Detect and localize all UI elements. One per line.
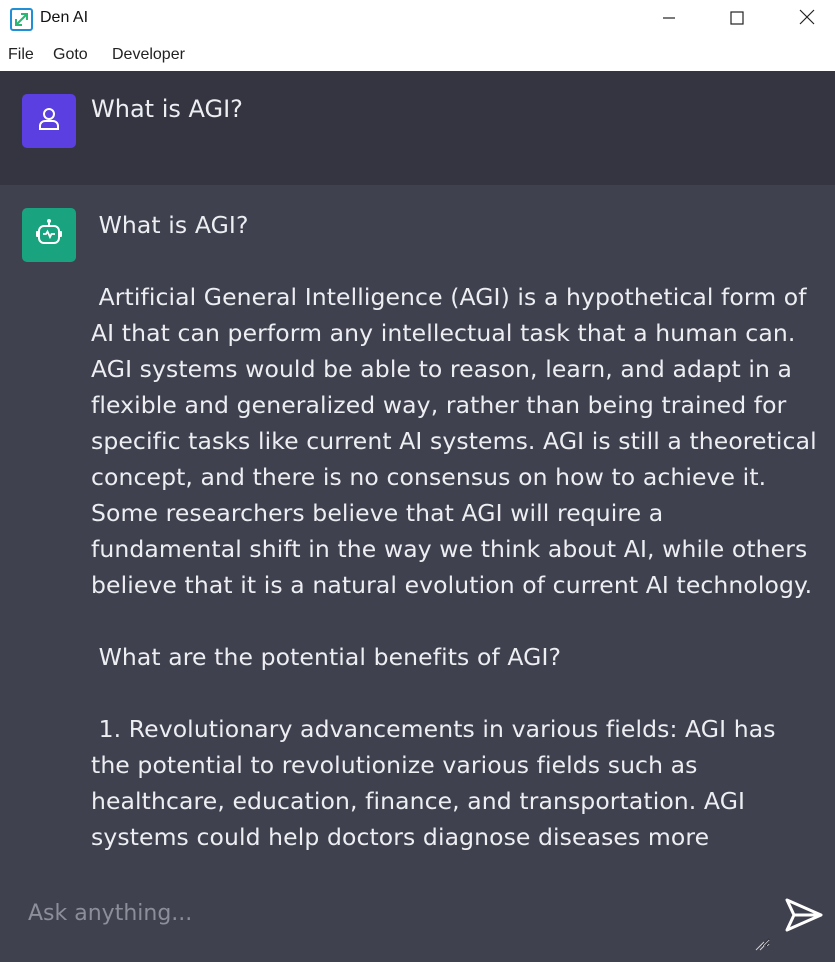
send-icon (784, 897, 824, 937)
title-bar: Den AI (0, 0, 835, 40)
user-message-row: What is AGI? (0, 71, 835, 185)
reply-spacer (91, 675, 819, 711)
bot-avatar (22, 208, 76, 262)
reply-spacer (91, 243, 819, 279)
user-avatar (22, 94, 76, 148)
user-message-text: What is AGI? (91, 95, 243, 123)
assistant-message-row: What is AGI? Artificial General Intellig… (0, 185, 835, 875)
composer (0, 875, 835, 962)
menu-bar: File Goto Developer (0, 40, 835, 71)
user-icon (35, 105, 63, 137)
app-logo-icon (10, 8, 33, 31)
minimize-icon (662, 10, 676, 29)
robot-icon (33, 217, 65, 253)
reply-paragraph: Artificial General Intelligence (AGI) is… (91, 283, 825, 599)
close-icon (799, 9, 815, 29)
prompt-input[interactable] (26, 899, 770, 947)
reply-paragraph: 1. Revolutionary advancements in various… (91, 715, 784, 851)
close-button[interactable] (784, 0, 830, 38)
resize-handle-icon[interactable] (753, 936, 765, 951)
minimize-button[interactable] (646, 0, 692, 38)
send-button[interactable] (782, 895, 826, 939)
menu-goto[interactable]: Goto (53, 46, 88, 64)
maximize-icon (730, 10, 744, 29)
menu-file[interactable]: File (8, 46, 34, 64)
menu-developer[interactable]: Developer (112, 46, 185, 64)
window-title: Den AI (40, 9, 89, 26)
reply-spacer (91, 603, 819, 639)
assistant-message-text: What is AGI? Artificial General Intellig… (91, 207, 819, 855)
maximize-button[interactable] (714, 0, 760, 38)
reply-paragraph: What are the potential benefits of AGI? (91, 643, 562, 671)
reply-paragraph: What is AGI? (91, 211, 249, 239)
